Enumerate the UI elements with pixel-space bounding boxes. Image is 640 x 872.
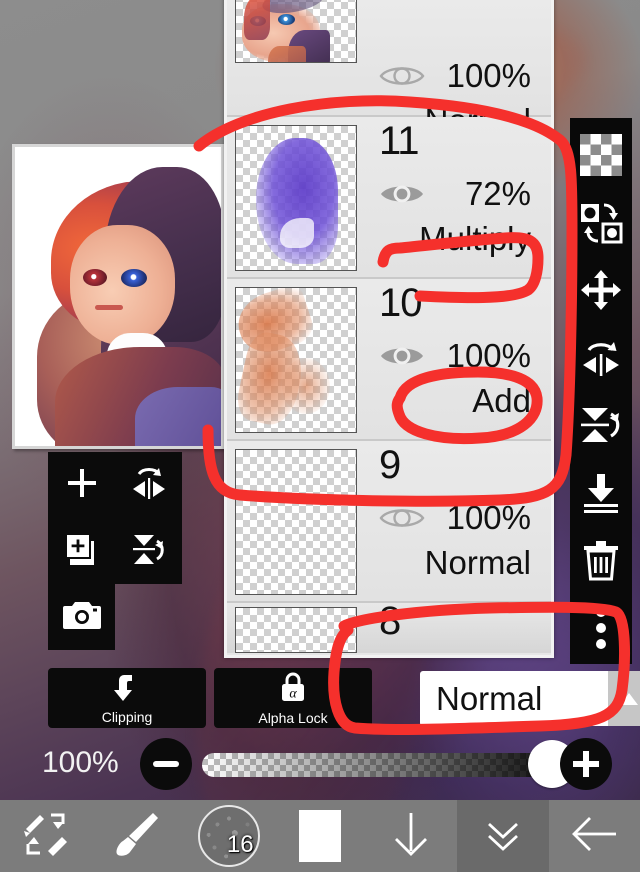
layer-opacity: 100%	[446, 337, 531, 374]
flip-vertical-button[interactable]	[115, 518, 182, 584]
layers-panel[interactable]: 12 100% Normal 11	[224, 0, 554, 658]
color-swatch-button[interactable]	[274, 800, 365, 872]
more-options-button[interactable]	[570, 597, 632, 665]
layer-transfer-icon	[578, 201, 624, 250]
camera-import-button[interactable]	[48, 584, 115, 650]
brush-size-button[interactable]: 16	[183, 800, 274, 872]
layer-thumbnail[interactable]	[235, 0, 357, 63]
brush-size-dial-icon[interactable]: 16	[197, 805, 260, 867]
layer-opacity: 72%	[464, 175, 531, 212]
layer-info: 11 72% Multiply	[357, 117, 551, 277]
opacity-increase-button[interactable]	[560, 738, 612, 790]
transfer-layer-button[interactable]	[570, 192, 632, 260]
layer-opacity: 100%	[446, 499, 531, 536]
layer-name: 12	[379, 0, 422, 5]
layer-blend-mode: Add	[472, 382, 531, 419]
bottom-toolbar: 16	[0, 800, 640, 872]
more-vertical-icon	[593, 605, 609, 656]
layer-row[interactable]: 12 100% Normal	[227, 0, 551, 137]
preview-artwork	[15, 147, 221, 446]
checkerboard-icon	[580, 134, 622, 181]
arrow-left-icon	[568, 812, 620, 861]
layer-info: 8	[357, 599, 551, 653]
undo-redo-eraser-tool[interactable]	[0, 800, 91, 872]
layer-row[interactable]: 9 100% Normal	[227, 441, 551, 603]
layer-name: 10	[379, 281, 422, 325]
layer-opacity: 100%	[446, 57, 531, 94]
paintbrush-icon	[113, 809, 161, 864]
layer-visibility-toggle[interactable]	[379, 503, 425, 533]
delete-layer-button[interactable]	[570, 529, 632, 597]
add-layer-button[interactable]	[48, 452, 115, 518]
layer-thumbnail[interactable]	[235, 287, 357, 433]
opacity-decrease-button[interactable]	[140, 738, 192, 790]
download-tool-button[interactable]	[366, 800, 457, 872]
layer-thumbnail[interactable]	[235, 125, 357, 271]
brush-size-value: 16	[226, 831, 254, 858]
clipping-arrow-icon	[110, 672, 144, 707]
layer-name: 8	[379, 599, 401, 643]
layer-actions-toolbar	[570, 118, 632, 664]
rotate-flip-vertical-icon	[578, 403, 624, 452]
clipping-label: Clipping	[101, 708, 153, 725]
brush-tool[interactable]	[91, 800, 182, 872]
rotate-flip-horizontal-icon	[578, 337, 624, 384]
move-icon	[579, 268, 623, 317]
layer-info: 10 100% Add	[357, 279, 551, 439]
duplicate-layer-icon	[63, 530, 101, 573]
trash-icon	[581, 538, 621, 587]
alpha-lock-label: Alpha Lock	[258, 709, 328, 726]
blend-mode-value: Normal	[436, 679, 543, 717]
camera-icon	[62, 599, 102, 636]
layer-row[interactable]: 11 72% Multiply	[227, 117, 551, 279]
clipping-button[interactable]: Clipping	[48, 668, 206, 728]
alpha-lock-icon: α	[278, 671, 308, 708]
svg-text:α: α	[289, 686, 297, 701]
move-layer-button[interactable]	[570, 259, 632, 327]
color-square-icon[interactable]	[298, 810, 341, 862]
layer-visibility-toggle[interactable]	[379, 341, 425, 371]
layer-visibility-toggle[interactable]	[379, 61, 425, 91]
flip-horizontal-button[interactable]	[115, 452, 182, 518]
opacity-value-label: 100%	[42, 746, 119, 779]
layer-blend-mode: Normal	[424, 544, 531, 581]
layer-name: 9	[379, 443, 401, 487]
flip-vertical-rotate-icon	[129, 529, 169, 574]
alpha-lock-button[interactable]: α Alpha Lock	[214, 668, 372, 728]
tool-panel-spacer	[115, 584, 182, 650]
rotate-flip-horizontal-button[interactable]	[570, 327, 632, 395]
triangle-up-icon[interactable]	[608, 671, 640, 726]
layer-info: 9 100% Normal	[357, 441, 551, 601]
rotate-flip-vertical-button[interactable]	[570, 394, 632, 462]
chevron-double-down-icon	[481, 812, 525, 861]
layer-thumbnail[interactable]	[235, 449, 357, 595]
layer-row[interactable]: 10 100% Add	[227, 279, 551, 441]
merge-down-icon	[579, 472, 623, 519]
layer-blend-mode: Multiply	[419, 220, 531, 257]
transparency-background-button[interactable]	[570, 124, 632, 192]
plus-icon	[64, 465, 100, 506]
flip-horizontal-rotate-icon	[129, 464, 169, 507]
layer-row[interactable]: 8	[227, 599, 551, 653]
layer-controls-strip: Clipping α Alpha Lock Normal	[48, 668, 640, 730]
layer-tool-panel	[48, 452, 182, 650]
layer-name: 11	[379, 119, 420, 163]
layer-visibility-toggle[interactable]	[379, 179, 425, 209]
minus-icon	[153, 761, 179, 767]
brush-eraser-swap-icon	[18, 807, 74, 866]
opacity-slider-row: 100%	[42, 736, 612, 792]
canvas-preview[interactable]	[12, 144, 224, 449]
opacity-slider-track[interactable]	[202, 753, 548, 777]
arrow-down-icon	[388, 809, 434, 864]
merge-down-button[interactable]	[570, 462, 632, 530]
back-button[interactable]	[549, 800, 640, 872]
app-root: 12 100% Normal 11	[0, 0, 640, 872]
layer-thumbnail[interactable]	[235, 607, 357, 653]
duplicate-layer-button[interactable]	[48, 518, 115, 584]
layer-info: 12 100% Normal	[357, 0, 551, 137]
blend-mode-dropdown[interactable]: Normal	[420, 671, 640, 726]
collapse-toolbar-button[interactable]	[457, 800, 549, 872]
plus-icon	[573, 751, 599, 777]
